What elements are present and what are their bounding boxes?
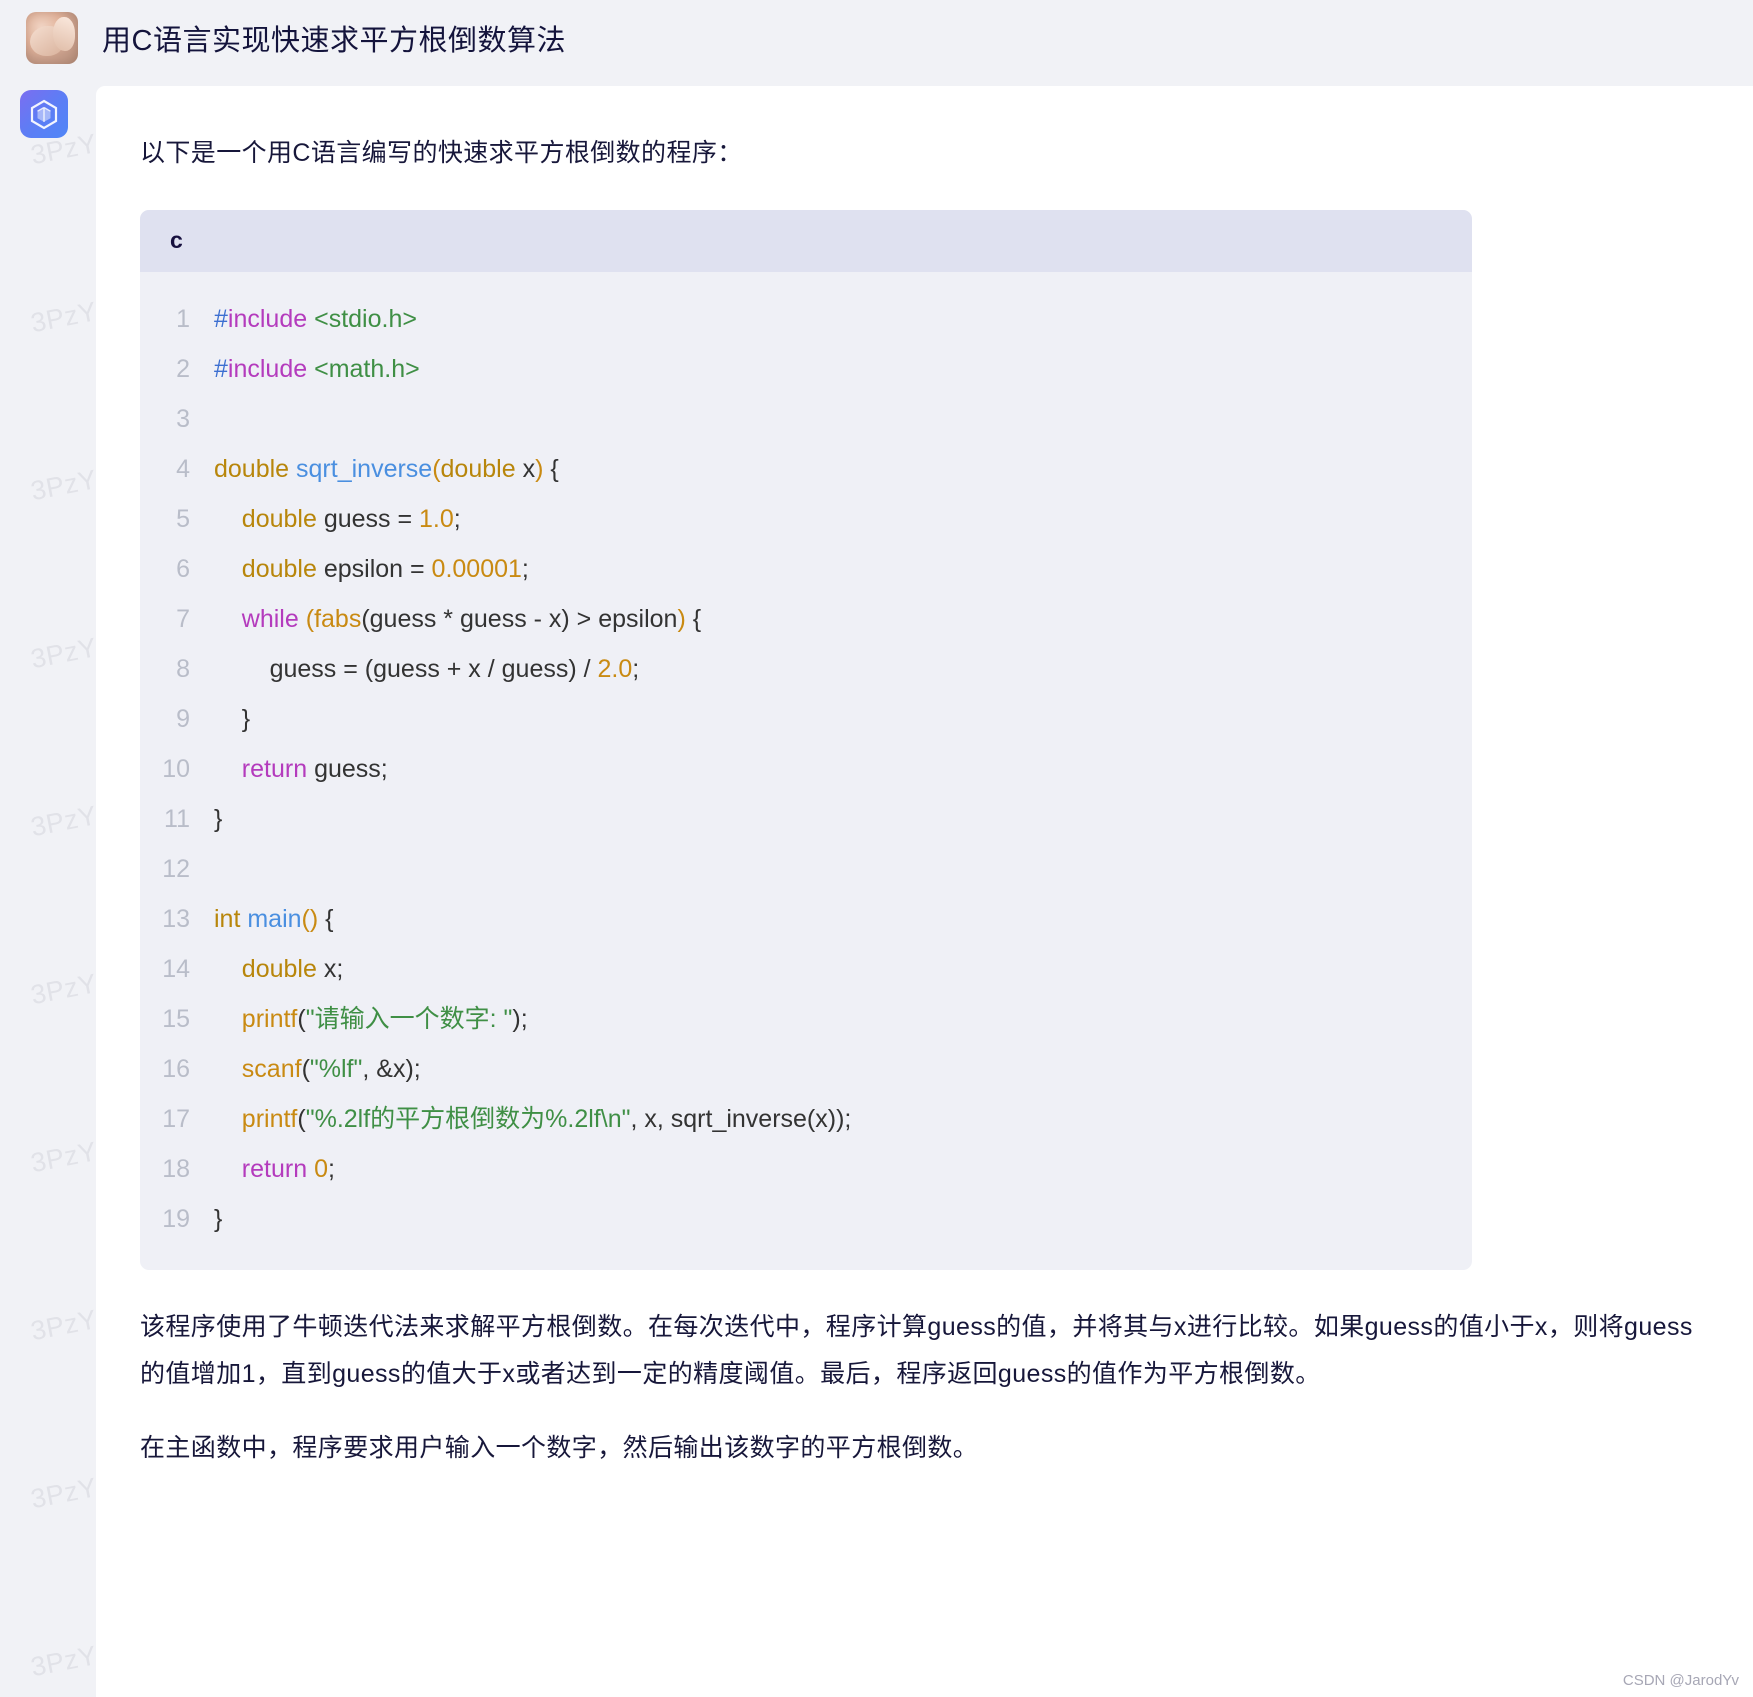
line-number: 11 — [164, 804, 190, 833]
csdn-credit: CSDN @JarodYv — [1622, 1672, 1739, 1689]
line-content — [204, 394, 221, 444]
line-content: double x; — [241, 954, 344, 983]
line-number: 15 — [162, 1004, 190, 1033]
code-line: 15 printf("请输入一个数字: "); — [140, 994, 1472, 1044]
line-content: #include <stdio.h> — [214, 304, 417, 333]
conversation-header: 用C语言实现快速求平方根倒数算法 — [0, 0, 1753, 76]
code-line: 10 return guess; — [140, 744, 1472, 794]
code-line: 13 int main() { — [140, 894, 1472, 944]
line-content: } — [214, 804, 223, 833]
code-line: 1 #include <stdio.h> — [140, 294, 1472, 344]
assistant-message: 以下是一个用C语言编写的快速求平方根倒数的程序： c 1 #include <s… — [20, 86, 1753, 1697]
line-content: return guess; — [241, 754, 388, 783]
line-content: double epsilon = 0.00001; — [241, 554, 529, 583]
line-content: return 0; — [241, 1154, 335, 1183]
code-line: 3 — [140, 394, 1472, 444]
line-content: int main() { — [214, 904, 334, 933]
line-number: 8 — [176, 654, 190, 683]
code-line: 2 #include <math.h> — [140, 344, 1472, 394]
line-number: 19 — [162, 1204, 190, 1233]
line-number: 3 — [176, 404, 190, 433]
line-content: double guess = 1.0; — [241, 504, 461, 533]
answer-card: 以下是一个用C语言编写的快速求平方根倒数的程序： c 1 #include <s… — [96, 86, 1753, 1697]
line-number: 10 — [162, 754, 190, 783]
code-line: 5 double guess = 1.0; — [140, 494, 1472, 544]
code-block: c 1 #include <stdio.h> 2 #include <math.… — [140, 209, 1472, 1270]
code-line: 9 } — [140, 694, 1472, 744]
line-number: 5 — [176, 504, 190, 533]
line-number: 13 — [162, 904, 190, 933]
line-content — [204, 844, 221, 894]
line-number: 14 — [162, 954, 190, 983]
code-lines[interactable]: 1 #include <stdio.h> 2 #include <math.h>… — [140, 272, 1472, 1270]
code-line: 19 } — [140, 1194, 1472, 1244]
explanation-paragraph-2: 在主函数中，程序要求用户输入一个数字，然后输出该数字的平方根倒数。 — [140, 1433, 979, 1462]
code-line: 4 double sqrt_inverse(double x) { — [140, 444, 1472, 494]
page-title: 用C语言实现快速求平方根倒数算法 — [102, 25, 566, 57]
code-line: 11 } — [140, 794, 1472, 844]
line-number: 17 — [162, 1104, 190, 1133]
code-line: 12 — [140, 844, 1472, 894]
line-content: scanf("%lf", &x); — [241, 1054, 421, 1083]
line-number: 2 — [176, 354, 190, 383]
line-number: 9 — [176, 704, 190, 733]
line-content: double sqrt_inverse(double x) { — [214, 454, 559, 483]
line-content: printf("请输入一个数字: "); — [241, 1004, 528, 1033]
line-content: #include <math.h> — [214, 354, 420, 383]
line-number: 18 — [162, 1154, 190, 1183]
line-content: guess = (guess + x / guess) / 2.0; — [269, 654, 640, 683]
code-line: 6 double epsilon = 0.00001; — [140, 544, 1472, 594]
line-content: printf("%.2lf的平方根倒数为%.2lf\n", x, sqrt_in… — [241, 1104, 852, 1133]
code-line: 17 printf("%.2lf的平方根倒数为%.2lf\n", x, sqrt… — [140, 1094, 1472, 1144]
line-number: 6 — [176, 554, 190, 583]
code-line: 14 double x; — [140, 944, 1472, 994]
ai-assistant-avatar — [20, 90, 68, 138]
cube-icon — [29, 98, 59, 130]
line-content: } — [214, 1204, 223, 1233]
code-line: 8 guess = (guess + x / guess) / 2.0; — [140, 644, 1472, 694]
user-avatar — [26, 12, 78, 64]
code-line: 7 while (fabs(guess * guess - x) > epsil… — [140, 594, 1472, 644]
line-content: } — [241, 704, 251, 733]
code-line: 16 scanf("%lf", &x); — [140, 1044, 1472, 1094]
code-language-label: c — [140, 209, 1472, 272]
line-number: 12 — [162, 854, 190, 883]
code-line: 18 return 0; — [140, 1144, 1472, 1194]
line-number: 16 — [162, 1054, 190, 1083]
line-content: while (fabs(guess * guess - x) > epsilon… — [241, 604, 702, 633]
line-number: 7 — [176, 604, 190, 633]
line-number: 4 — [176, 454, 190, 483]
intro-paragraph: 以下是一个用C语言编写的快速求平方根倒数的程序： — [140, 139, 743, 167]
line-number: 1 — [176, 304, 190, 333]
explanation-paragraph-1: 该程序使用了牛顿迭代法来求解平方根倒数。在每次迭代中，程序计算guess的值，并… — [140, 1312, 1693, 1389]
